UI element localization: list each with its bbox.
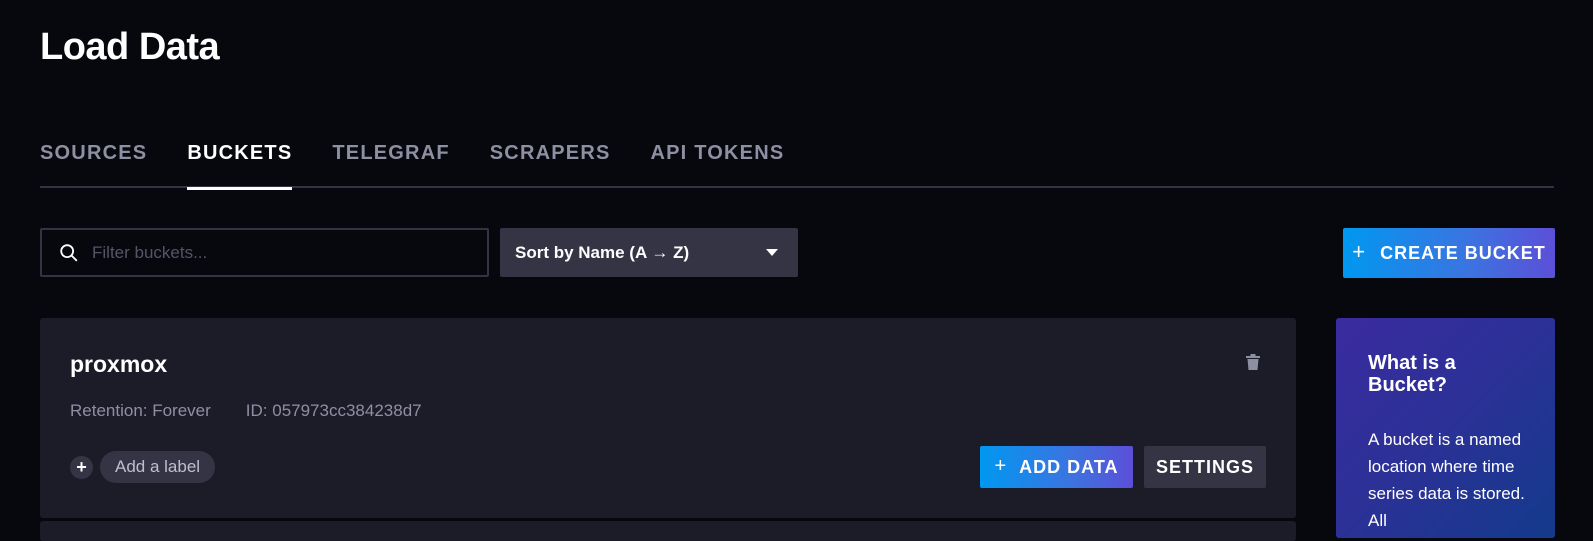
info-title: What is a Bucket? [1368,352,1456,396]
plus-icon: + [994,454,1008,477]
search-box [40,228,489,277]
tab-bar: SOURCES BUCKETS TELEGRAF SCRAPERS API TO… [40,132,1554,190]
bucket-info-panel: What is a Bucket? A bucket is a named lo… [1336,318,1555,538]
sort-dropdown-label: Sort by Name (A → Z) [515,242,690,262]
create-bucket-button[interactable]: + CREATE BUCKET [1343,228,1555,278]
page-title: Load Data [40,26,220,68]
tab-api-tokens[interactable]: API TOKENS [651,132,785,188]
caret-down-icon [766,249,778,256]
sort-dropdown[interactable]: Sort by Name (A → Z) [500,228,798,277]
bucket-id: ID: 057973cc384238d7 [245,401,422,420]
add-label-button[interactable]: Add a label [100,451,216,483]
trash-icon[interactable] [1246,354,1260,370]
label-row: + Add a label [70,451,216,483]
create-bucket-label: CREATE BUCKET [1380,242,1546,263]
bucket-meta: Retention: Forever ID: 057973cc384238d7 [70,401,422,421]
tab-sources[interactable]: SOURCES [40,132,147,188]
info-text: A bucket is a named location where time … [1368,430,1525,530]
plus-icon: + [1352,239,1367,264]
bucket-name-link[interactable]: proxmox [70,351,167,378]
bucket-retention: Retention: Forever [70,401,211,420]
next-bucket-card [40,521,1296,541]
tab-telegraf[interactable]: TELEGRAF [332,132,449,188]
add-label-plus-icon[interactable]: + [70,455,93,479]
add-data-label: ADD DATA [1019,456,1119,477]
tab-buckets[interactable]: BUCKETS [187,132,293,190]
settings-button[interactable]: SETTINGS [1144,446,1266,488]
add-data-button[interactable]: + ADD DATA [980,446,1133,488]
filter-buckets-input[interactable] [92,242,472,263]
bucket-card: proxmox Retention: Forever ID: 057973cc3… [40,318,1296,518]
tab-scrapers[interactable]: SCRAPERS [490,132,611,188]
search-icon [60,243,78,261]
